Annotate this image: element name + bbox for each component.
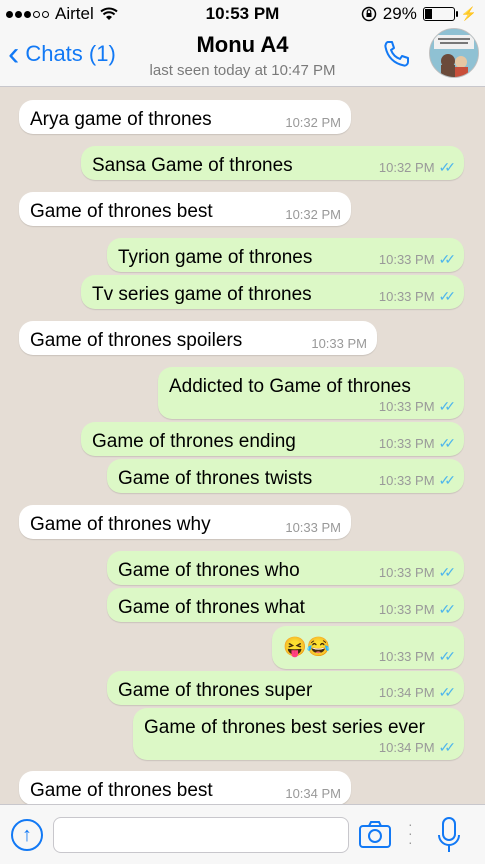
outgoing-message[interactable]: Game of thrones best series ever 10:34 PM… xyxy=(133,708,464,760)
message-time: 10:32 PM xyxy=(285,207,341,222)
message-text: Game of thrones best xyxy=(30,780,213,801)
outgoing-message[interactable]: Game of thrones ending 10:33 PM ✓✓ xyxy=(81,422,464,456)
message-text: Game of thrones best xyxy=(30,201,213,222)
read-receipt-icon: ✓✓ xyxy=(438,739,457,755)
charging-icon: ⚡ xyxy=(460,6,477,21)
message-text: Game of thrones spoilers xyxy=(30,330,243,351)
microphone-icon[interactable] xyxy=(436,815,462,855)
message-timestamp: 10:33 PM xyxy=(378,252,435,267)
contact-avatar[interactable] xyxy=(429,28,479,78)
message-text: Game of thrones best series ever xyxy=(144,717,425,738)
read-receipt-icon: ✓✓ xyxy=(438,251,457,267)
camera-icon[interactable] xyxy=(358,819,392,849)
status-right: 29% ⚡ xyxy=(361,4,477,24)
outgoing-message[interactable]: Game of thrones who 10:33 PM ✓✓ xyxy=(107,551,464,585)
outgoing-message[interactable]: Game of thrones what 10:33 PM ✓✓ xyxy=(107,588,464,622)
message-timestamp: 10:34 PM xyxy=(285,786,341,801)
outgoing-message[interactable]: Addicted to Game of thrones 10:33 PM ✓✓ xyxy=(158,367,464,419)
status-bar: Airtel 10:53 PM 29% ⚡ xyxy=(0,0,485,28)
message-time: 10:33 PM xyxy=(285,520,341,535)
incoming-message[interactable]: Game of thrones best 10:34 PM xyxy=(19,771,351,804)
read-receipt-icon: ✓✓ xyxy=(438,684,457,700)
message-timestamp: 10:33 PM xyxy=(378,565,435,580)
message-timestamp: 10:32 PM xyxy=(285,115,341,130)
upload-icon[interactable]: ↑ xyxy=(11,819,43,851)
message-time: 10:33 PM ✓✓ xyxy=(378,601,457,618)
read-receipt-icon: ✓✓ xyxy=(438,472,457,488)
battery-icon xyxy=(422,7,458,21)
message-time: 10:32 PM ✓✓ xyxy=(378,159,457,176)
message-text: Game of thrones twists xyxy=(118,468,313,489)
chat-header: ‹ Chats (1) Monu A4 last seen today at 1… xyxy=(0,28,485,87)
message-text: Game of thrones super xyxy=(118,680,313,701)
incoming-message[interactable]: Game of thrones why 10:33 PM xyxy=(19,505,351,539)
message-time: 10:34 PM ✓✓ xyxy=(378,739,457,756)
message-timestamp: 10:33 PM xyxy=(285,520,341,535)
message-timestamp: 10:33 PM xyxy=(378,436,435,451)
message-time: 10:33 PM ✓✓ xyxy=(378,398,457,415)
message-time: 10:33 PM ✓✓ xyxy=(378,648,457,665)
message-time: 10:33 PM xyxy=(311,336,367,351)
incoming-message[interactable]: Arya game of thrones 10:32 PM xyxy=(19,100,351,134)
message-text: Game of thrones why xyxy=(30,514,211,535)
message-text: Tyrion game of thrones xyxy=(118,247,313,268)
message-input[interactable] xyxy=(53,817,349,853)
message-timestamp: 10:33 PM xyxy=(311,336,367,351)
message-text: Tv series game of thrones xyxy=(92,284,312,305)
message-text: Addicted to Game of thrones xyxy=(169,376,411,397)
message-time: 10:33 PM ✓✓ xyxy=(378,288,457,305)
message-timestamp: 10:34 PM xyxy=(378,740,435,755)
outgoing-message[interactable]: Game of thrones super 10:34 PM ✓✓ xyxy=(107,671,464,705)
message-timestamp: 10:33 PM xyxy=(378,602,435,617)
read-receipt-icon: ✓✓ xyxy=(438,564,457,580)
message-timestamp: 10:32 PM xyxy=(285,207,341,222)
incoming-message[interactable]: Game of thrones best 10:32 PM xyxy=(19,192,351,226)
outgoing-message[interactable]: Tv series game of thrones 10:33 PM ✓✓ xyxy=(81,275,464,309)
message-list[interactable]: Arya game of thrones 10:32 PM Sansa Game o… xyxy=(0,87,485,804)
message-time: 10:33 PM ✓✓ xyxy=(378,435,457,452)
avatar-image xyxy=(430,29,478,77)
message-text: Game of thrones what xyxy=(118,597,305,618)
read-receipt-icon: ✓✓ xyxy=(438,435,457,451)
read-receipt-icon: ✓✓ xyxy=(438,398,457,414)
read-receipt-icon: ✓✓ xyxy=(438,648,457,664)
rotation-lock-icon xyxy=(361,6,377,22)
outgoing-message[interactable]: Game of thrones twists 10:33 PM ✓✓ xyxy=(107,459,464,493)
message-text: 😝😂 xyxy=(283,637,331,658)
message-timestamp: 10:32 PM xyxy=(378,160,435,175)
read-receipt-icon: ✓✓ xyxy=(438,601,457,617)
message-time: 10:33 PM ✓✓ xyxy=(378,472,457,489)
phone-icon[interactable] xyxy=(381,38,413,70)
message-time: 10:34 PM ✓✓ xyxy=(378,684,457,701)
message-timestamp: 10:33 PM xyxy=(378,289,435,304)
message-text: Arya game of thrones xyxy=(30,109,212,130)
input-bar: ↑ · · · xyxy=(0,804,485,864)
outgoing-message[interactable]: Tyrion game of thrones 10:33 PM ✓✓ xyxy=(107,238,464,272)
message-timestamp: 10:34 PM xyxy=(378,685,435,700)
message-timestamp: 10:33 PM xyxy=(378,473,435,488)
outgoing-message[interactable]: Sansa Game of thrones 10:32 PM ✓✓ xyxy=(81,146,464,180)
more-options-icon[interactable]: · · · xyxy=(408,817,413,849)
read-receipt-icon: ✓✓ xyxy=(438,159,457,175)
message-text: Game of thrones ending xyxy=(92,431,296,452)
message-timestamp: 10:33 PM xyxy=(378,399,435,414)
battery-percent: 29% xyxy=(382,4,417,23)
read-receipt-icon: ✓✓ xyxy=(438,288,457,304)
message-timestamp: 10:33 PM xyxy=(378,649,435,664)
message-text: Game of thrones who xyxy=(118,560,300,581)
message-time: 10:33 PM ✓✓ xyxy=(378,564,457,581)
message-text: Sansa Game of thrones xyxy=(92,155,293,176)
outgoing-message[interactable]: 😝😂 10:33 PM ✓✓ xyxy=(272,626,464,669)
incoming-message[interactable]: Game of thrones spoilers 10:33 PM xyxy=(19,321,377,355)
message-time: 10:34 PM xyxy=(285,786,341,801)
message-time: 10:32 PM xyxy=(285,115,341,130)
message-time: 10:33 PM ✓✓ xyxy=(378,251,457,268)
